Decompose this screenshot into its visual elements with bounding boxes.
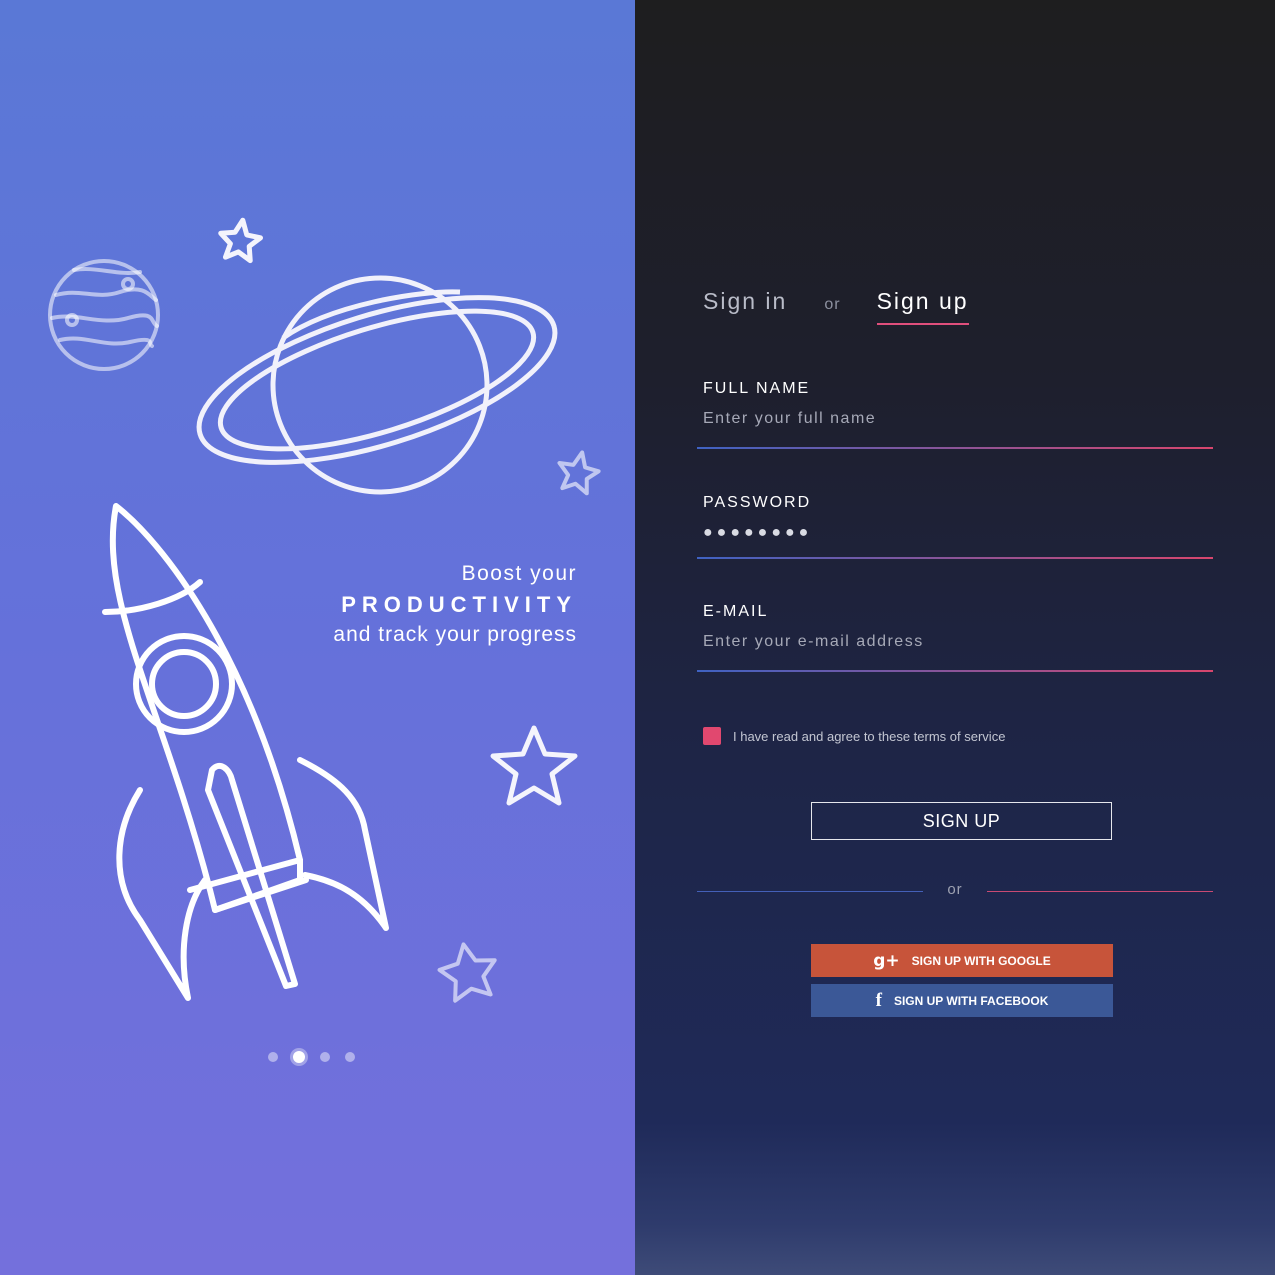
email-input[interactable]: Enter your e-mail address — [703, 633, 1213, 651]
star-icon — [490, 725, 578, 806]
full-name-input[interactable]: Enter your full name — [703, 410, 1213, 428]
auth-panel: Sign in or Sign up FULL NAME Enter your … — [635, 0, 1275, 1275]
carousel-dot[interactable] — [320, 1052, 330, 1062]
full-name-label: FULL NAME — [703, 380, 811, 397]
tagline-line1: Boost your — [461, 562, 577, 585]
hero-panel: Boost your PRODUCTIVITY and track your p… — [0, 0, 635, 1275]
password-underline — [697, 557, 1213, 559]
terms-label: I have read and agree to these terms of … — [733, 728, 1006, 744]
password-label: PASSWORD — [703, 494, 812, 511]
auth-tabs: Sign in or Sign up — [703, 288, 969, 325]
terms-checkbox[interactable] — [703, 727, 721, 745]
planet-icon — [48, 259, 160, 371]
or-divider: or — [697, 880, 1213, 902]
email-field[interactable]: E-MAIL Enter your e-mail address — [697, 603, 1213, 673]
password-input[interactable]: ●●●●●●●● — [703, 524, 1213, 542]
star-icon — [557, 450, 601, 496]
google-signup-label: SIGN UP WITH GOOGLE — [911, 953, 1051, 968]
google-plus-icon: g+ — [873, 950, 900, 971]
tagline-line3: and track your progress — [333, 623, 577, 646]
star-icon — [218, 217, 264, 264]
sign-up-button[interactable]: SIGN UP — [811, 802, 1112, 840]
terms-row: I have read and agree to these terms of … — [703, 727, 1005, 745]
carousel-pagination — [268, 1046, 355, 1068]
google-signup-button[interactable]: g+ SIGN UP WITH GOOGLE — [811, 944, 1113, 977]
divider-line-right — [987, 891, 1213, 892]
carousel-dot[interactable] — [268, 1052, 278, 1062]
star-icon — [437, 942, 497, 1003]
facebook-signup-button[interactable]: f SIGN UP WITH FACEBOOK — [811, 984, 1113, 1017]
email-label: E-MAIL — [703, 603, 769, 620]
hero-tagline: Boost your PRODUCTIVITY and track your p… — [333, 562, 577, 647]
tab-sign-in[interactable]: Sign in — [703, 288, 787, 315]
saturn-planet-icon — [196, 275, 558, 495]
password-field[interactable]: PASSWORD ●●●●●●●● — [697, 494, 1213, 560]
carousel-dot[interactable] — [345, 1052, 355, 1062]
facebook-icon: f — [875, 989, 882, 1011]
facebook-signup-label: SIGN UP WITH FACEBOOK — [893, 993, 1049, 1008]
email-underline — [697, 670, 1213, 672]
full-name-underline — [697, 447, 1213, 449]
full-name-field[interactable]: FULL NAME Enter your full name — [697, 380, 1213, 450]
tagline-headline: PRODUCTIVITY — [341, 592, 577, 617]
carousel-dot-active[interactable] — [293, 1051, 305, 1063]
divider-or-text: or — [947, 881, 963, 898]
tab-sign-up[interactable]: Sign up — [876, 288, 969, 325]
tabs-or-separator: or — [824, 296, 841, 313]
